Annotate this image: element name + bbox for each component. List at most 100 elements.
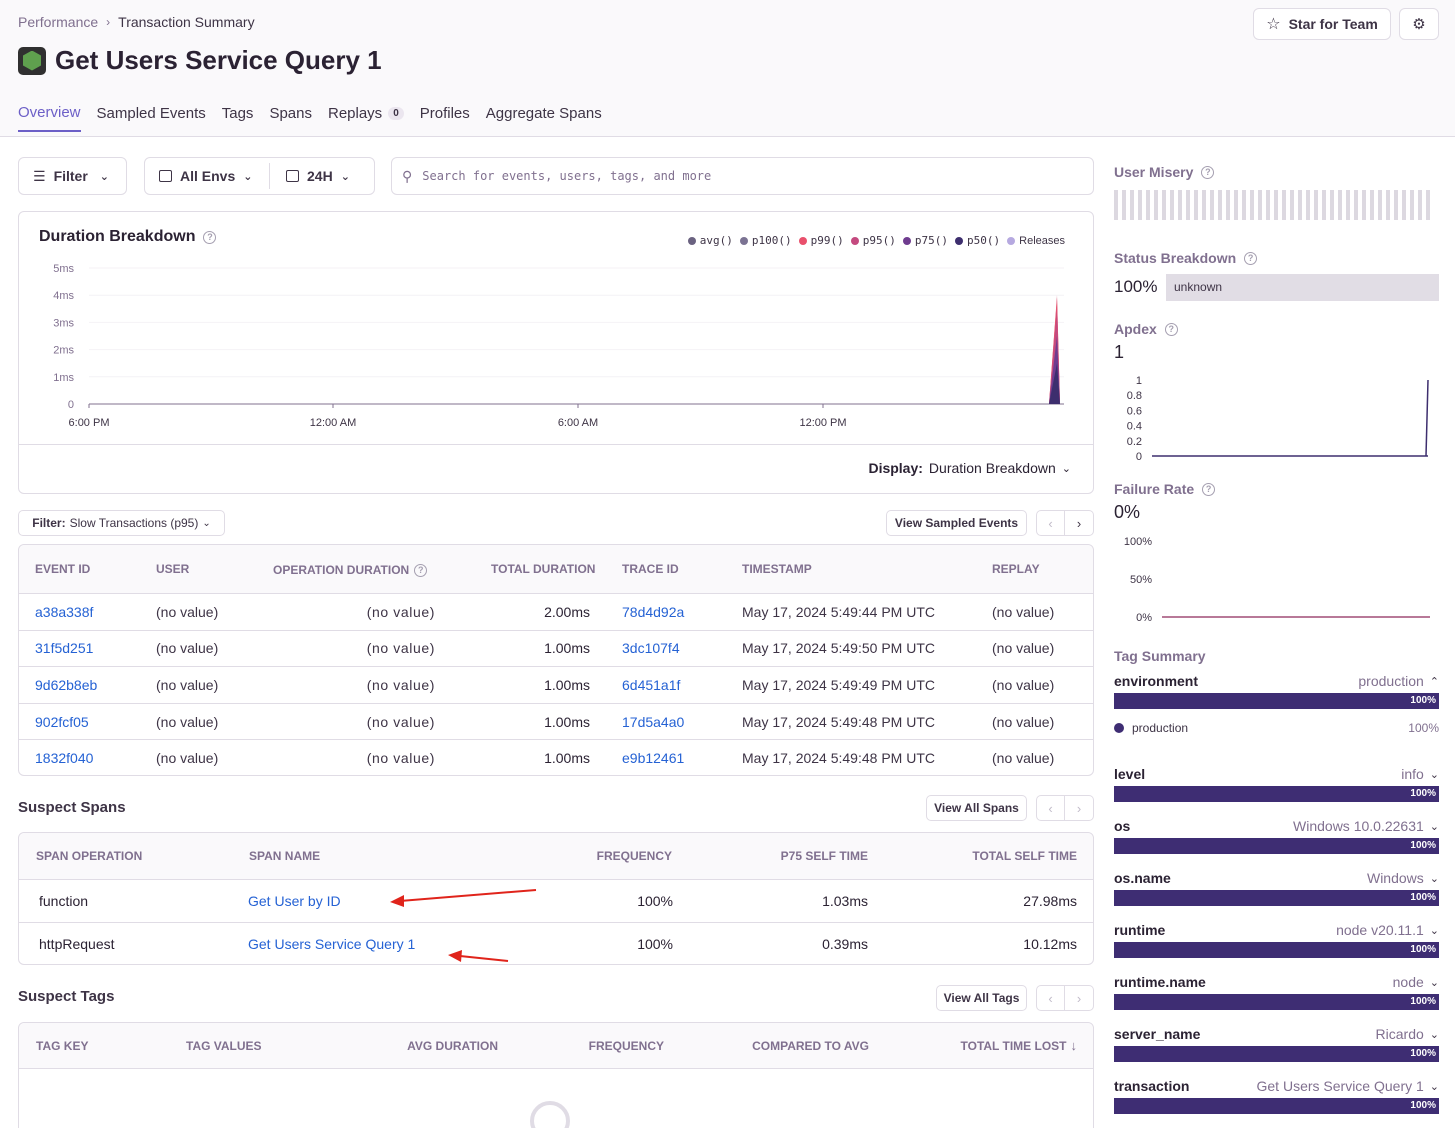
tag-header: os.name Windows ⌄ — [1114, 870, 1439, 886]
misery-segment — [1330, 190, 1334, 220]
help-icon[interactable]: ? — [1164, 322, 1178, 336]
tag-os[interactable]: os Windows 10.0.22631 ⌄ 100% — [1114, 818, 1439, 854]
event-id-link[interactable]: 1832f040 — [35, 750, 93, 766]
display-value: Duration Breakdown — [928, 460, 1056, 476]
misery-segment — [1138, 190, 1142, 220]
event-id-link[interactable]: 31f5d251 — [35, 640, 93, 656]
next-page-button[interactable]: › — [1065, 985, 1094, 1011]
tag-os-name[interactable]: os.name Windows ⌄ 100% — [1114, 870, 1439, 906]
previous-page-button[interactable]: ‹ — [1036, 795, 1065, 821]
event-operation-duration: (no value) — [366, 676, 435, 693]
star-for-team-button[interactable]: ☆ Star for Team — [1253, 8, 1391, 40]
tag-top-value: Windows 10.0.22631 — [1293, 818, 1424, 834]
chevron-down-icon[interactable]: ⌄ — [1430, 872, 1439, 885]
tag-header: runtime.name node ⌄ — [1114, 974, 1439, 990]
tag-distribution-bar[interactable]: 100% — [1114, 838, 1439, 854]
status-unknown-bar[interactable]: unknown — [1166, 274, 1439, 301]
event-id-link[interactable]: 9d62b8eb — [35, 677, 97, 693]
tab-replays[interactable]: Replays 0 — [328, 104, 404, 132]
trace-id-link[interactable]: 3dc107f4 — [622, 640, 680, 656]
tag-distribution-bar[interactable]: 100% — [1114, 994, 1439, 1010]
span-name-link[interactable]: Get User by ID — [248, 893, 341, 909]
view-all-tags-button[interactable]: View All Tags — [936, 985, 1027, 1011]
tag-server-name[interactable]: server_name Ricardo ⌄ 100% — [1114, 1026, 1439, 1062]
column-header-total-time-lost[interactable]: TOTAL TIME LOST ↓ — [961, 1038, 1078, 1053]
tag-distribution-bar[interactable]: 100% — [1114, 786, 1439, 802]
event-id-link[interactable]: 902fcf05 — [35, 714, 89, 730]
tag-level[interactable]: level info ⌄ 100% — [1114, 766, 1439, 802]
tab-profiles[interactable]: Profiles — [420, 104, 470, 132]
help-icon[interactable]: ? — [414, 563, 428, 577]
next-page-button[interactable]: › — [1065, 510, 1094, 536]
replays-count-badge: 0 — [388, 107, 404, 120]
tag-distribution-bar[interactable]: 100% — [1114, 1098, 1439, 1114]
misery-segment — [1402, 190, 1406, 220]
y-tick-label: 0.4 — [1127, 421, 1142, 433]
chevron-down-icon[interactable]: ⌄ — [1430, 976, 1439, 989]
misery-segment — [1258, 190, 1262, 220]
tag-transaction[interactable]: transaction Get Users Service Query 1 ⌄ 100… — [1114, 1078, 1439, 1114]
chevron-up-icon[interactable]: ⌃ — [1430, 675, 1439, 688]
help-icon[interactable]: ? — [1244, 251, 1258, 265]
tag-value-row: production 100% — [1114, 721, 1439, 735]
column-header: EVENT ID — [35, 562, 91, 576]
tag-distribution-bar[interactable]: 100% — [1114, 1046, 1439, 1062]
divider — [19, 444, 1093, 445]
tag-value: Windows ⌄ — [1367, 870, 1439, 886]
tab-tags[interactable]: Tags — [222, 104, 254, 132]
time-period-selector[interactable]: 24H ⌄ — [272, 157, 372, 195]
chevron-down-icon[interactable]: ⌄ — [1430, 1080, 1439, 1093]
tab-aggregate-spans[interactable]: Aggregate Spans — [486, 104, 602, 132]
display-selector[interactable]: Display: Duration Breakdown ⌄ — [868, 460, 1071, 476]
tag-value: Get Users Service Query 1 ⌄ — [1257, 1078, 1440, 1094]
trace-id-link[interactable]: e9b12461 — [622, 750, 684, 766]
section-title: Failure Rate — [1114, 481, 1195, 497]
tag-runtime[interactable]: runtime node v20.11.1 ⌄ 100% — [1114, 922, 1439, 958]
previous-page-button[interactable]: ‹ — [1036, 510, 1065, 536]
chevron-down-icon[interactable]: ⌄ — [1430, 924, 1439, 937]
trace-id-link[interactable]: 78d4d92a — [622, 604, 684, 620]
event-id-link[interactable]: a38a338f — [35, 604, 93, 620]
y-tick-label: 0 — [1136, 451, 1142, 463]
tag-distribution-bar[interactable]: 100% — [1114, 890, 1439, 906]
previous-page-button[interactable]: ‹ — [1036, 985, 1065, 1011]
table-row: httpRequest Get Users Service Query 1 10… — [19, 922, 1093, 965]
table-row: 9d62b8eb (no value) (no value) 1.00ms 6d451a… — [19, 666, 1093, 703]
tab-spans[interactable]: Spans — [269, 104, 312, 132]
chevron-down-icon[interactable]: ⌄ — [1430, 768, 1439, 781]
trace-id-link[interactable]: 6d451a1f — [622, 677, 680, 693]
filter-button[interactable]: ☰ Filter ⌄ — [18, 157, 127, 195]
misery-segment — [1250, 190, 1254, 220]
tag-distribution-bar[interactable]: 100% — [1114, 942, 1439, 958]
table-header: TAG KEY TAG VALUES AVG DURATION FREQUENC… — [19, 1023, 1093, 1069]
settings-button[interactable]: ⚙ — [1399, 8, 1439, 40]
view-all-spans-button[interactable]: View All Spans — [926, 795, 1027, 821]
tag-distribution-bar[interactable]: 100% — [1114, 693, 1439, 709]
help-icon[interactable]: ? — [1202, 482, 1216, 496]
misery-segment — [1242, 190, 1246, 220]
slow-transactions-filter[interactable]: Filter: Slow Transactions (p95) ⌄ — [18, 510, 225, 536]
breadcrumb: Performance › Transaction Summary — [18, 14, 255, 30]
tag-key: os — [1114, 818, 1131, 834]
chevron-down-icon[interactable]: ⌄ — [1430, 1028, 1439, 1041]
environment-selector[interactable]: All Envs ⌄ — [145, 157, 270, 195]
tag-environment[interactable]: environment production ⌃ 100% production 100% — [1114, 673, 1439, 735]
view-sampled-events-button[interactable]: View Sampled Events — [886, 510, 1027, 536]
duration-chart: 5ms 4ms 3ms 2ms 1ms 0 6:00 PM 12:00 AM 6:00 AM 12… — [53, 263, 1064, 429]
trace-id-link[interactable]: 17d5a4a0 — [622, 714, 684, 730]
tab-sampled-events[interactable]: Sampled Events — [97, 104, 206, 132]
misery-segment — [1290, 190, 1294, 220]
table-row: 902fcf05 (no value) (no value) 1.00ms 17d5a4… — [19, 702, 1093, 740]
chevron-down-icon[interactable]: ⌄ — [1430, 820, 1439, 833]
tag-runtime-name[interactable]: runtime.name node ⌄ 100% — [1114, 974, 1439, 1010]
breadcrumb-performance[interactable]: Performance — [18, 14, 98, 30]
search-input[interactable]: ⚲ Search for events, users, tags, and mo… — [391, 157, 1094, 195]
tag-value-label-group: production — [1114, 721, 1188, 735]
star-for-team-label: Star for Team — [1288, 16, 1378, 32]
section-title: Tag Summary — [1114, 648, 1206, 664]
next-page-button[interactable]: › — [1065, 795, 1094, 821]
tab-overview[interactable]: Overview — [18, 104, 81, 132]
help-icon[interactable]: ? — [1201, 165, 1215, 179]
chevron-right-icon: › — [106, 15, 111, 29]
span-name-link[interactable]: Get Users Service Query 1 — [248, 936, 415, 952]
